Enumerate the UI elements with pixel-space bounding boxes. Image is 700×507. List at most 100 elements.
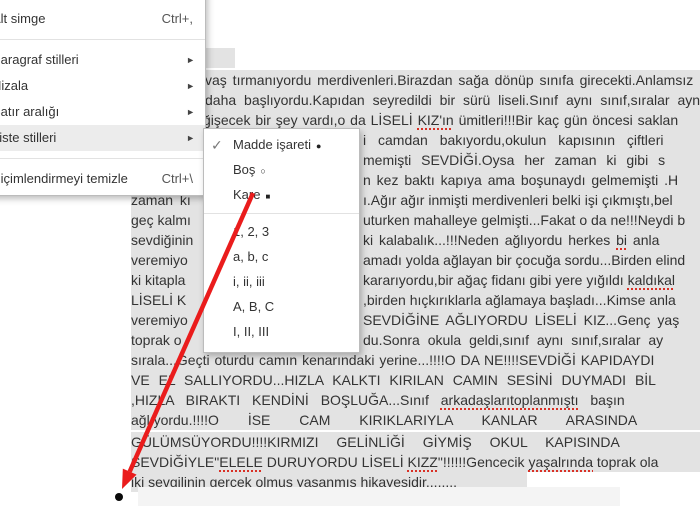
submenu-arrow-icon: ► — [186, 133, 195, 143]
doc-text-run: ,HIZLA BIRAKTI KENDİNİ BOŞLUĞA...Sınıf — [131, 392, 441, 408]
doc-text: sevdiğinin — [131, 230, 193, 250]
doc-text-run: du.Sonra okula geldi,sınıf aynı sınıf,sı… — [363, 332, 664, 348]
doc-text-run: SEVDİĞİYLE" — [131, 454, 220, 470]
empty-selection-area[interactable] — [138, 487, 620, 506]
doc-text-run: ki kalabalık...!!!Neden ağlıyordu herkes — [363, 232, 617, 248]
doc-text-run: ı.Ağır ağır inmişti merdivenleri belki i… — [363, 192, 673, 208]
doc-text: sırala...Geçti oturdu camın kenarındaki … — [131, 350, 654, 370]
doc-line[interactable]: vaş tırmanıyordu merdivenleri.Birazdan s… — [131, 70, 700, 90]
menu-item-label: Satır aralığı — [0, 104, 60, 119]
doc-line[interactable]: VE EL SALLIYORDU...HIZLA KALKTI KIRILAN … — [131, 370, 700, 390]
menu-item-label: Boş ○ — [233, 162, 266, 177]
menu-item-alt-simge[interactable]: Alt simge Ctrl+, — [0, 6, 205, 32]
menu-item-i-ii-iii[interactable]: I, II, III — [204, 319, 359, 344]
context-menu: Alt simge Ctrl+, Paragraf stilleri ► Hizala ►… — [0, 0, 206, 196]
menu-item-label: a, b, c — [233, 249, 269, 264]
doc-text-run: LİSELİ K — [131, 292, 187, 308]
misspelled-word: bi — [616, 232, 628, 248]
menu-item-1-2-3[interactable]: 1, 2, 3 — [204, 219, 359, 244]
doc-text-run: başın — [578, 392, 625, 408]
doc-text-run: VE EL SALLIYORDU...HIZLA KALKTI KIRILAN … — [131, 372, 656, 388]
doc-line[interactable]: GÜLÜMSÜYORDU!!!!KIRMIZI GELİNLİĞİ GİYMİŞ… — [131, 432, 700, 452]
menu-separator — [204, 213, 359, 214]
doc-line[interactable]: SEVDİĞİYLE"ELELE DURUYORDU LİSELİ KIZZ"!… — [131, 452, 700, 472]
doc-text-run: amadı yolda ağlayan bir çocuğa sordu...B… — [363, 252, 686, 268]
menu-item-paragraf-stilleri[interactable]: Paragraf stilleri ► — [0, 47, 205, 73]
doc-text: SEVDİĞİYLE"ELELE DURUYORDU LİSELİ KIZZ"!… — [131, 452, 658, 472]
doc-text-run: "!!!!!!Gencecik — [437, 454, 529, 470]
doc-text-run: n kez baktı kapıya ama boşunaydı gelmemi… — [363, 172, 679, 188]
menu-item-madde-i-areti[interactable]: ✓ Madde işareti ● — [204, 133, 359, 158]
doc-line[interactable]: ,HIZLA BIRAKTI KENDİNİ BOŞLUĞA...Sınıf a… — [131, 390, 700, 410]
menu-item-a-b-c[interactable]: a, b, c — [204, 244, 359, 269]
doc-text-run: ,birden hıçkırıklarla ağlamaya başladı..… — [363, 292, 676, 308]
submenu-arrow-icon: ► — [186, 55, 195, 65]
menu-item-label: Biçimlendirmeyi temizle — [0, 171, 128, 186]
menu-item-bi-imlendirmeyi-temizle[interactable]: Biçimlendirmeyi temizle Ctrl+\ — [0, 166, 205, 192]
menu-shortcut: Ctrl+\ — [161, 171, 193, 186]
doc-text: daha başlıyordu.Kapıdan seyredildi bir s… — [205, 90, 700, 110]
menu-separator — [0, 39, 205, 40]
doc-text-run: daha başlıyordu.Kapıdan seyredildi bir s… — [205, 92, 700, 108]
doc-text: SEVDİĞİNE AĞLIYORDU LİSELİ KIZ...Genç ya… — [363, 310, 679, 330]
doc-text: ğişecek bir şey vardı,o da LİSELİ KIZ'ın… — [203, 110, 678, 130]
submenu-arrow-icon: ► — [186, 81, 195, 91]
misspelled-word: yaşalrında — [528, 454, 594, 470]
doc-text: GÜLÜMSÜYORDU!!!!KIRMIZI GELİNLİĞİ GİYMİŞ… — [131, 432, 620, 452]
doc-text: ki kalabalık...!!!Neden ağlıyordu herkes… — [363, 230, 659, 250]
misspelled-word: arkadaşlarıtoplanmıştı — [440, 392, 579, 408]
doc-text: vaş tırmanıyordu merdivenleri.Birazdan s… — [205, 70, 693, 90]
doc-text-run: toprak ola — [593, 454, 659, 470]
doc-text: du.Sonra okula geldi,sınıf aynı sınıf,sı… — [363, 330, 663, 350]
doc-text-run: uturken mahalleye gelmişti...Fakat o da … — [363, 212, 686, 228]
doc-text: geç kalmı — [131, 210, 191, 230]
page: LİSELİ KIZvaş tırmanıyordu merdivenleri.… — [0, 0, 700, 507]
menu-item-label: Liste stilleri — [0, 130, 57, 145]
doc-line[interactable]: ağlıyordu.!!!!O İSE CAM KIRIKLARIYLA KAN… — [131, 410, 700, 430]
doc-text: LİSELİ K — [131, 290, 186, 310]
doc-text-run: geç kalmı — [131, 212, 191, 228]
menu-item-label: 1, 2, 3 — [233, 224, 270, 239]
menu-item-i-ii-iii[interactable]: i, ii, iii — [204, 269, 359, 294]
doc-text: ı.Ağır ağır inmişti merdivenleri belki i… — [363, 190, 673, 210]
menu-item-hizala[interactable]: Hizala ► — [0, 73, 205, 99]
misspelled-word: ELELE — [219, 454, 263, 470]
menu-item-liste-stilleri[interactable]: Liste stilleri ► — [0, 125, 205, 151]
list-styles-submenu: ✓ Madde işareti ● Boş ○ Kare ■ 1, 2, 3 a, b, c i,… — [203, 128, 360, 353]
doc-text-run: ağlıyordu.!!!!O İSE CAM KIRIKLARIYLA KAN… — [131, 412, 638, 428]
doc-text-run: ki kitapla — [131, 272, 186, 288]
doc-line[interactable]: sırala...Geçti oturdu camın kenarındaki … — [131, 350, 700, 370]
doc-text-run: sırala...Geçti oturdu camın kenarındaki … — [131, 352, 655, 368]
menu-item-label: Paragraf stilleri — [0, 52, 79, 67]
misspelled-word: KIZ'ın — [417, 112, 454, 128]
doc-text: ,birden hıçkırıklarla ağlamaya başladı..… — [363, 290, 676, 310]
checkmark-icon: ✓ — [211, 137, 223, 153]
square-filled-icon: ■ — [265, 192, 271, 201]
new-bullet-marker — [115, 493, 123, 501]
doc-text-run: i camdan bakıyordu,okulun kapısının çift… — [363, 132, 664, 148]
menu-item-label: A, B, C — [233, 299, 275, 314]
doc-text-run: ümitleri!!!Bir kaç gün öncesi saklan — [453, 112, 679, 128]
doc-text-run: GÜLÜMSÜYORDU!!!!KIRMIZI GELİNLİĞİ GİYMİŞ… — [131, 434, 620, 450]
doc-text: ağlıyordu.!!!!O İSE CAM KIRIKLARIYLA KAN… — [131, 410, 637, 430]
menu-item-label: I, II, III — [233, 324, 270, 339]
doc-line[interactable]: daha başlıyordu.Kapıdan seyredildi bir s… — [131, 90, 700, 110]
menu-item-bo-[interactable]: Boş ○ — [204, 158, 359, 183]
misspelled-word: kaldıkal — [627, 272, 676, 288]
doc-text-run: kararıyordu,bir ağaç fidanı gibi yere yı… — [363, 272, 628, 288]
doc-text: toprak o — [131, 330, 182, 350]
doc-line[interactable]: ğişecek bir şey vardı,o da LİSELİ KIZ'ın… — [131, 110, 700, 130]
menu-separator — [0, 158, 205, 159]
menu-item-sat-r-aral-[interactable]: Satır aralığı ► — [0, 99, 205, 125]
doc-text-run: veremiyo — [131, 312, 188, 328]
doc-text: i camdan bakıyordu,okulun kapısının çift… — [363, 130, 663, 150]
doc-text-run: ğişecek bir şey vardı,o da LİSELİ — [203, 112, 418, 128]
submenu-arrow-icon: ► — [186, 107, 195, 117]
doc-text: kararıyordu,bir ağaç fidanı gibi yere yı… — [363, 270, 675, 290]
doc-text: uturken mahalleye gelmişti...Fakat o da … — [363, 210, 685, 230]
menu-item-kare[interactable]: Kare ■ — [204, 183, 359, 208]
doc-text: memişti SEVDİĞİ.Oysa her zaman ki gibi s — [363, 150, 665, 170]
menu-item-label: Kare ■ — [233, 187, 271, 202]
misspelled-word: KIZZ — [407, 454, 438, 470]
menu-item-a-b-c[interactable]: A, B, C — [204, 294, 359, 319]
